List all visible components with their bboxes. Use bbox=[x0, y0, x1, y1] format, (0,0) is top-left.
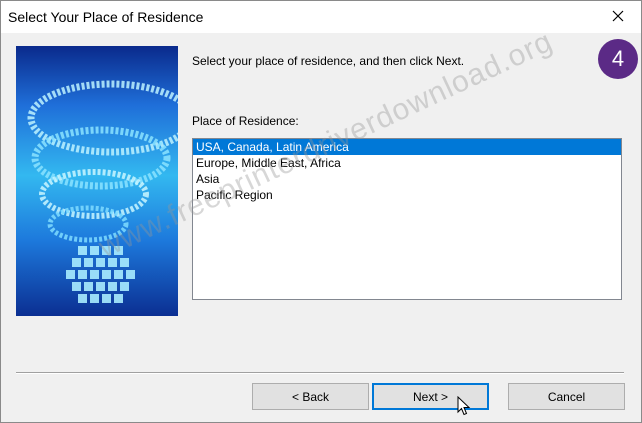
residence-option-usa[interactable]: USA, Canada, Latin America bbox=[193, 139, 621, 155]
button-separator bbox=[16, 372, 624, 374]
residence-listbox[interactable]: USA, Canada, Latin America Europe, Middl… bbox=[192, 138, 622, 300]
title-bar: Select Your Place of Residence bbox=[1, 1, 641, 33]
cancel-button[interactable]: Cancel bbox=[508, 383, 625, 410]
residence-option-europe[interactable]: Europe, Middle East, Africa bbox=[193, 155, 621, 171]
back-button[interactable]: < Back bbox=[252, 383, 369, 410]
step-number-badge: 4 bbox=[598, 39, 638, 79]
close-button[interactable] bbox=[595, 1, 641, 33]
next-button[interactable]: Next > bbox=[372, 383, 489, 410]
close-icon bbox=[612, 10, 624, 25]
residence-label: Place of Residence: bbox=[192, 114, 299, 128]
installer-dialog: Select Your Place of Residence Select yo… bbox=[0, 0, 642, 423]
instruction-text: Select your place of residence, and then… bbox=[192, 54, 465, 68]
residence-option-pacific[interactable]: Pacific Region bbox=[193, 187, 621, 203]
residence-option-asia[interactable]: Asia bbox=[193, 171, 621, 187]
setup-banner-image bbox=[16, 46, 178, 316]
window-title: Select Your Place of Residence bbox=[8, 9, 204, 25]
